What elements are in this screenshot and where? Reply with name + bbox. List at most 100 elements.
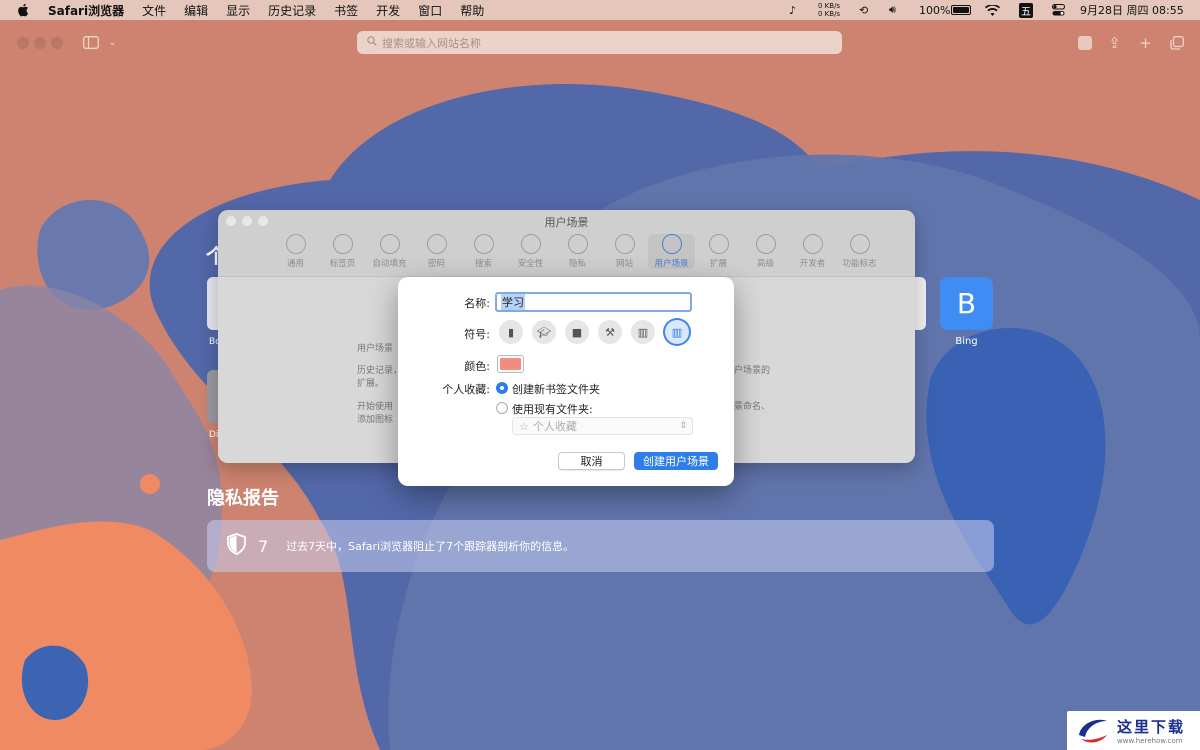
net-up: 0 KB/s	[818, 2, 841, 10]
music-note-icon[interactable]: ♪	[789, 0, 796, 20]
briefcase-icon[interactable]: ■	[565, 320, 589, 344]
tab-autofill[interactable]: 自动填充	[366, 234, 413, 269]
profile-name-value: 学习	[501, 294, 525, 310]
tab-security[interactable]: 安全性	[507, 234, 554, 269]
radio-existing-folder[interactable]	[496, 402, 508, 414]
bing-favorite-label: Bing	[955, 336, 978, 347]
network-monitor[interactable]: 0 KB/s 0 KB/s	[818, 0, 840, 20]
watermark-url: www.herehow.com	[1117, 737, 1183, 745]
search-icon	[367, 36, 377, 49]
tab-developer[interactable]: 开发者	[789, 234, 836, 269]
tab-tabs[interactable]: 标签页	[319, 234, 366, 269]
tab-label: 高级	[756, 259, 774, 269]
control-center-icon[interactable]	[1052, 0, 1065, 20]
color-well[interactable]	[497, 355, 524, 373]
folder-select[interactable]: ☆ 个人收藏 ⇕	[512, 417, 693, 435]
apple-menu-icon[interactable]	[16, 3, 30, 17]
zoom-window-button[interactable]	[51, 37, 63, 49]
menu-file[interactable]: 文件	[142, 2, 166, 19]
prefs-text-fragment: 开始使用	[357, 402, 394, 412]
cancel-button[interactable]: 取消	[558, 452, 625, 470]
favorites-label: 个人收藏:	[442, 383, 490, 396]
radio-new-folder-label[interactable]: 创建新书签文件夹	[512, 381, 600, 397]
menu-window[interactable]: 窗口	[418, 2, 442, 19]
symbol-label: 符号:	[464, 328, 490, 341]
watermark-logo-icon	[1079, 719, 1107, 742]
tab-general[interactable]: 通用	[272, 234, 319, 269]
books-icon[interactable]: ▥	[665, 320, 689, 344]
new-tab-icon[interactable]: +	[1137, 34, 1154, 52]
wifi-icon[interactable]	[985, 0, 1000, 20]
tab-passwords[interactable]: 密码	[413, 234, 460, 269]
prefs-text-fragment: 添加图标	[357, 415, 394, 425]
pencil-field-icon	[379, 234, 400, 254]
menu-app-name[interactable]: Safari浏览器	[48, 2, 124, 19]
prefs-text-fragment: 用户场景	[357, 344, 394, 354]
tab-privacy[interactable]: 隐私	[554, 234, 601, 269]
privacy-shield-icon[interactable]	[1076, 34, 1093, 51]
tab-advanced[interactable]: 高级	[742, 234, 789, 269]
radio-new-folder[interactable]	[496, 382, 508, 394]
gear-icon	[285, 234, 306, 254]
tab-overview-icon[interactable]	[1168, 34, 1185, 51]
address-placeholder: 搜索或输入网站名称	[382, 36, 481, 50]
gears-icon	[755, 234, 776, 254]
share-icon[interactable]: ⇪	[1106, 34, 1123, 52]
minimize-window-button[interactable]	[34, 37, 46, 49]
time-machine-icon[interactable]: ⟲	[859, 0, 868, 20]
graduation-cap-icon[interactable]: 🎓︎	[532, 320, 556, 344]
prefs-text-fragment: 扩展。	[357, 379, 385, 389]
input-method-indicator[interactable]: 五	[1019, 0, 1033, 20]
sidebar-toggle-icon[interactable]	[82, 34, 99, 51]
shield-icon	[227, 533, 246, 559]
menu-edit[interactable]: 编辑	[184, 2, 208, 19]
net-down: 0 KB/s	[818, 10, 841, 18]
prefs-title: 用户场景	[544, 216, 589, 229]
menu-view[interactable]: 显示	[226, 2, 250, 19]
menu-bookmarks[interactable]: 书签	[334, 2, 358, 19]
tab-label: 扩展	[709, 259, 727, 269]
privacy-report-card[interactable]: 7 过去7天中，Safari浏览器阻止了7个跟踪器剖析你的信息。	[207, 520, 994, 572]
input-method-label: 五	[1019, 2, 1033, 18]
magnifier-icon	[473, 234, 494, 254]
battery-icon[interactable]	[951, 0, 971, 20]
prefs-tabbar: 通用 标签页 自动填充 密码 搜索 安全性 隐私 网站 用户场景 扩展 高级 开…	[272, 234, 883, 269]
tab-label: 功能标志	[842, 259, 877, 269]
prefs-text-fragment: 户场景的	[734, 366, 771, 376]
lock-icon	[520, 234, 541, 254]
chevron-down-icon[interactable]: ⌄	[104, 34, 121, 51]
tools-icon	[802, 234, 823, 254]
menu-history[interactable]: 历史记录	[268, 2, 316, 19]
tab-label: 安全性	[517, 259, 544, 269]
tab-search[interactable]: 搜索	[460, 234, 507, 269]
create-profile-button[interactable]: 创建用户场景	[634, 452, 718, 470]
tab-label: 搜索	[474, 259, 492, 269]
hand-icon	[567, 234, 588, 254]
profile-name-input[interactable]: 学习	[495, 292, 692, 312]
volume-icon[interactable]: 🔊︎	[889, 0, 896, 20]
id-badge-icon[interactable]: ▮	[499, 320, 523, 344]
bing-letter: B	[956, 287, 977, 320]
key-icon	[426, 234, 447, 254]
tab-profiles[interactable]: 用户场景	[648, 234, 695, 269]
tab-websites[interactable]: 网站	[601, 234, 648, 269]
building-icon[interactable]: ▥	[631, 320, 655, 344]
close-window-button[interactable]	[17, 37, 29, 49]
tab-feature-flags[interactable]: 功能标志	[836, 234, 883, 269]
privacy-summary: 过去7天中，Safari浏览器阻止了7个跟踪器剖析你的信息。	[286, 540, 575, 553]
menu-develop[interactable]: 开发	[376, 2, 400, 19]
bing-favorite-tile[interactable]: B	[940, 277, 993, 330]
tab-label: 自动填充	[372, 259, 407, 269]
menu-help[interactable]: 帮助	[460, 2, 484, 19]
watermark: 这里下载 www.herehow.com	[1067, 711, 1200, 750]
tab-extensions[interactable]: 扩展	[695, 234, 742, 269]
prefs-text-fragment: 景命名、	[734, 402, 771, 412]
tab-label: 标签页	[329, 259, 356, 269]
clock[interactable]: 9月28日 周四 08:55	[1080, 0, 1184, 20]
hammer-icon[interactable]: ⚒︎	[598, 320, 622, 344]
address-bar[interactable]: 搜索或输入网站名称	[357, 31, 842, 54]
prefs-text-fragment: 历史记录，	[357, 366, 403, 376]
watermark-brand: 这里下载	[1117, 718, 1186, 736]
person-icon	[661, 234, 682, 254]
radio-existing-folder-label[interactable]: 使用现有文件夹:	[512, 401, 593, 417]
